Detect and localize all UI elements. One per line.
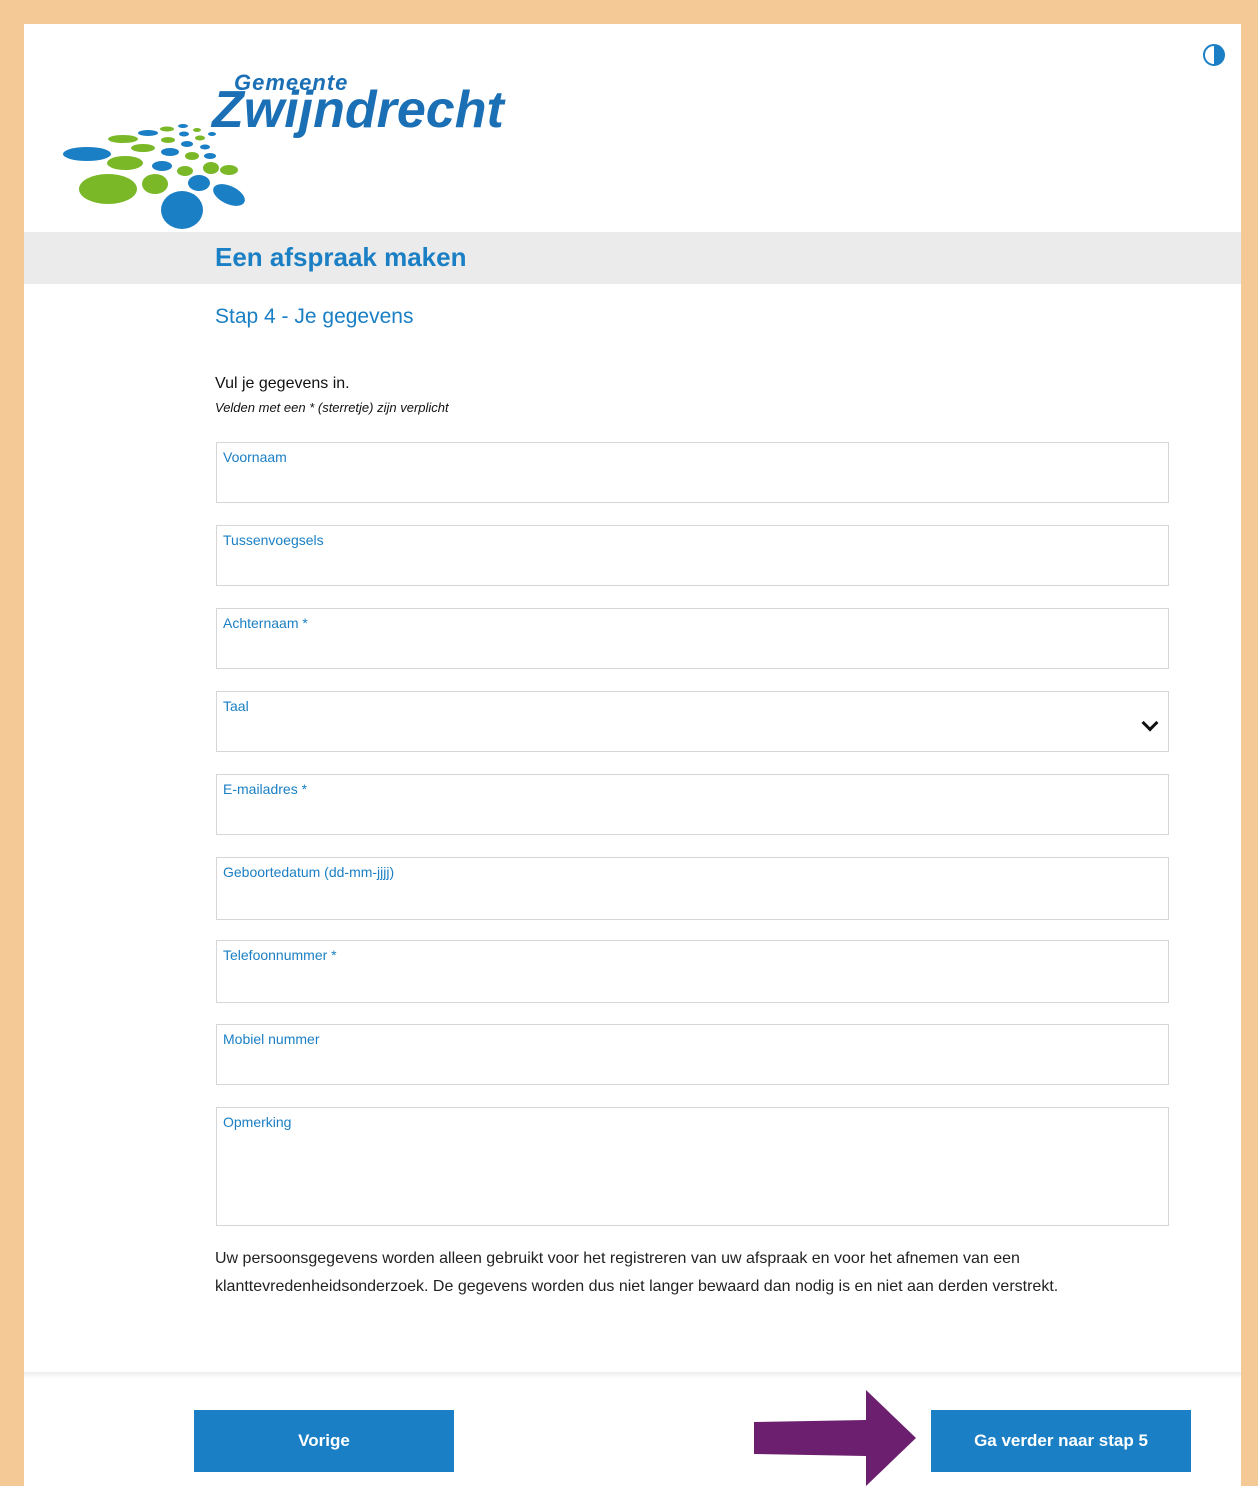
birthdate-input[interactable] [223, 891, 1138, 913]
privacy-notice: Uw persoonsgegevens worden alleen gebrui… [215, 1250, 1059, 1295]
footer-divider [24, 1372, 1241, 1378]
page-title: Een afspraak maken [215, 242, 467, 272]
birthdate-field[interactable]: Geboortedatum (dd-mm-jjjj) [216, 857, 1169, 920]
first-name-input[interactable] [223, 474, 1138, 496]
page: Gemeente Zwijndrecht Een afspraak maken … [24, 24, 1241, 1486]
next-step-button[interactable]: Ga verder naar stap 5 [931, 1410, 1191, 1472]
remark-label: Opmerking [223, 1114, 292, 1130]
chevron-down-icon[interactable] [1141, 714, 1159, 732]
mobile-label: Mobiel nummer [223, 1031, 320, 1047]
last-name-label: Achternaam * [223, 615, 308, 631]
last-name-input[interactable] [223, 640, 1138, 662]
language-select[interactable]: Taal [216, 691, 1169, 752]
birthdate-label: Geboortedatum (dd-mm-jjjj) [223, 864, 395, 880]
step-title: Stap 4 - Je gegevens [215, 305, 414, 328]
email-field[interactable]: E-mailadres * [216, 774, 1169, 835]
mobile-field[interactable]: Mobiel nummer [216, 1024, 1169, 1085]
intro-text: Vul je gegevens in. [215, 375, 350, 392]
middle-name-field[interactable]: Tussenvoegsels [216, 525, 1169, 586]
middle-name-label: Tussenvoegsels [223, 532, 324, 548]
logo-name-text: Zwijndrecht [212, 81, 504, 139]
phone-input[interactable] [223, 974, 1138, 996]
last-name-field[interactable]: Achternaam * [216, 608, 1169, 669]
first-name-field[interactable]: Voornaam [216, 442, 1169, 503]
remark-textarea[interactable] [223, 1138, 1138, 1219]
email-label: E-mailadres * [223, 781, 308, 797]
phone-field[interactable]: Telefoonnummer * [216, 940, 1169, 1003]
middle-name-input[interactable] [223, 557, 1138, 579]
language-label: Taal [223, 698, 249, 714]
title-band [24, 232, 1241, 284]
contrast-toggle-icon[interactable] [1203, 44, 1225, 66]
first-name-label: Voornaam [223, 449, 287, 465]
phone-label: Telefoonnummer * [223, 947, 337, 963]
email-input[interactable] [223, 806, 1138, 828]
mobile-input[interactable] [223, 1056, 1138, 1078]
arrow-right-icon [754, 1390, 916, 1486]
remark-field[interactable]: Opmerking [216, 1107, 1169, 1226]
required-note: Velden met een * (sterretje) zijn verpli… [215, 400, 449, 415]
previous-button[interactable]: Vorige [194, 1410, 454, 1472]
